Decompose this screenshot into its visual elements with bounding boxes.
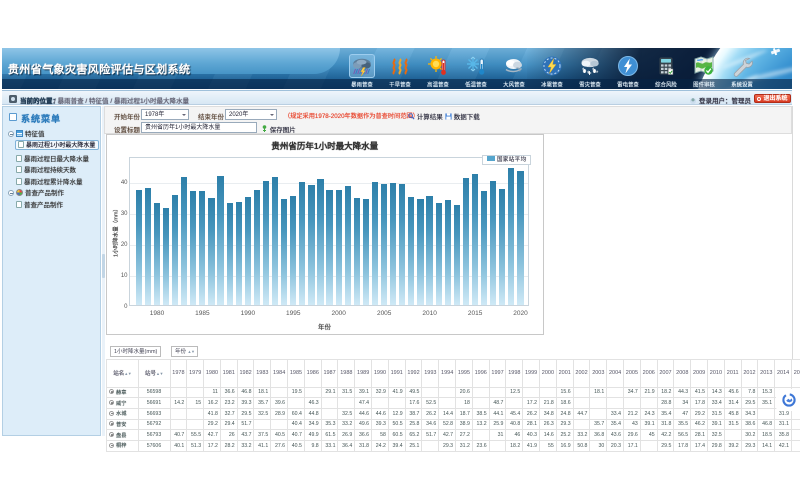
svg-text:*: * (596, 71, 599, 77)
